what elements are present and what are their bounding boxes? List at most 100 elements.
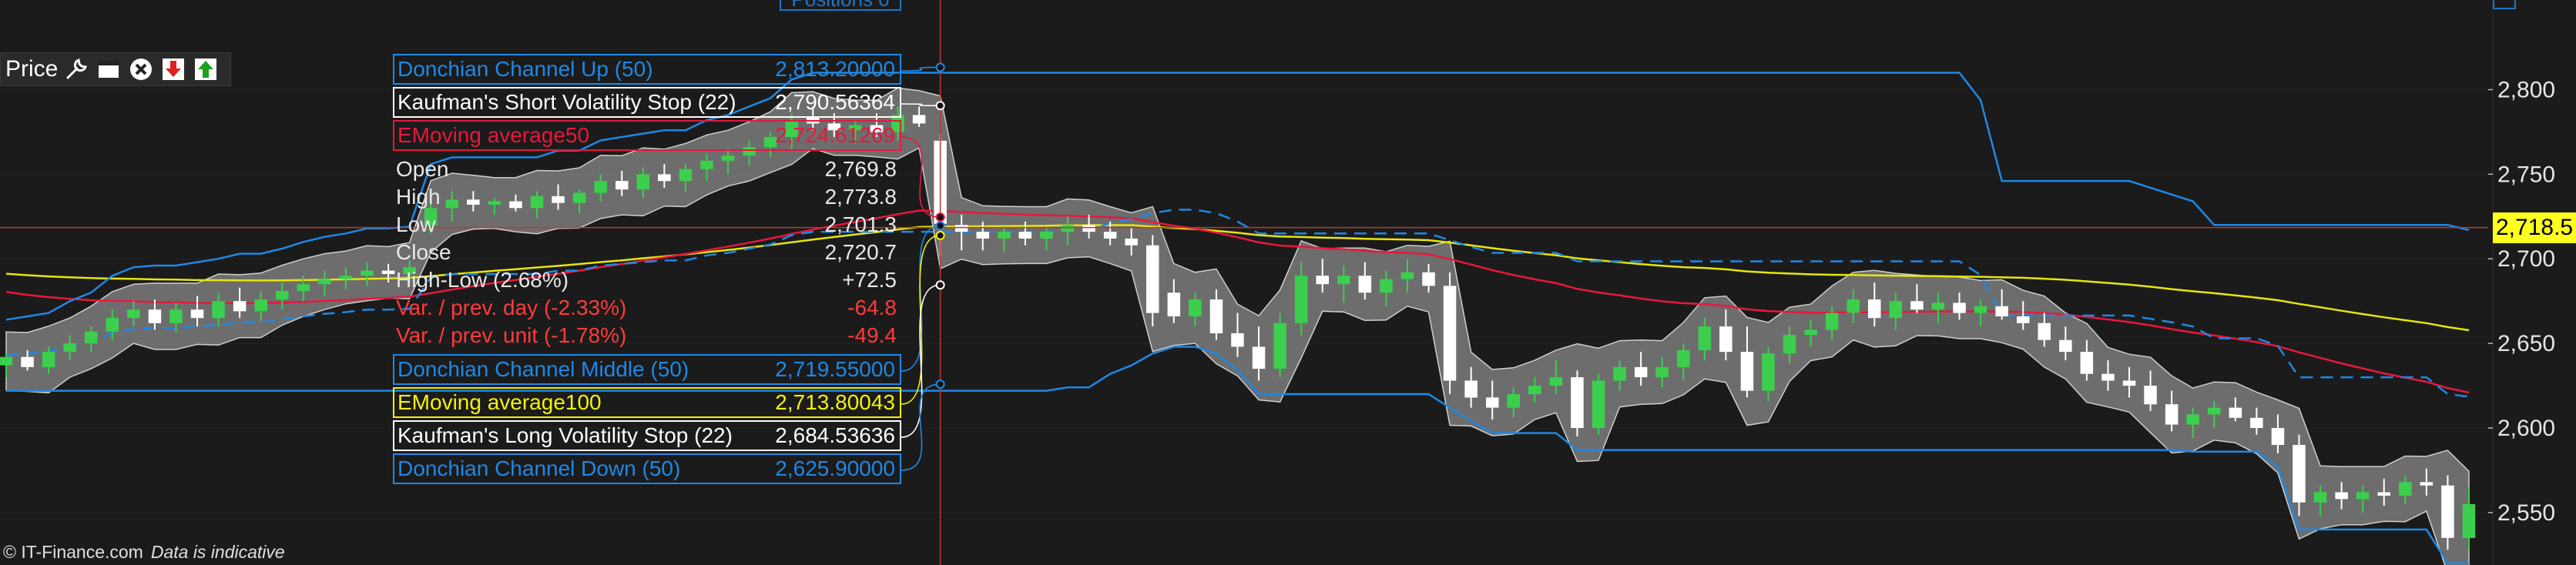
close-icon[interactable] <box>127 55 155 83</box>
candle-up <box>1507 394 1520 408</box>
crosshair-marker <box>935 230 945 240</box>
crosshair-marker <box>935 212 945 222</box>
crosshair-marker <box>935 221 945 231</box>
candle-up <box>2356 492 2370 500</box>
candle-up <box>127 309 140 319</box>
candle-up <box>276 291 289 299</box>
candle-down <box>1125 238 1138 246</box>
candle-up <box>1655 366 1669 378</box>
price-tick-label: 2,650 <box>2497 331 2555 356</box>
candle-down <box>1995 306 2008 316</box>
legend-leader-line <box>901 66 941 72</box>
legend-donchian-down[interactable]: Donchian Channel Down (50) 2,625.90000 <box>393 453 901 484</box>
chart-stage[interactable]: 2,800 2,750 2,700 2,650 2,600 2,550 Positions… <box>0 0 2576 565</box>
candle-down <box>1443 286 1457 381</box>
panel-title: Price <box>5 56 59 82</box>
candle-up <box>63 343 76 353</box>
legend-donchian-up[interactable]: Donchian Channel Up (50) 2,813.20000 <box>393 54 901 85</box>
footer: © IT-Finance.com Data is indicative <box>3 542 285 563</box>
candle-up <box>361 270 374 276</box>
candle-down <box>1231 333 1244 347</box>
crosshair-marker <box>935 62 945 72</box>
wrench-icon[interactable] <box>62 55 90 83</box>
candle-up <box>169 309 183 323</box>
candle-up <box>1762 353 1775 391</box>
candle-up <box>1677 349 1690 367</box>
candle-down <box>1018 232 1032 239</box>
candles[interactable] <box>0 106 2476 550</box>
candle-down <box>190 309 204 319</box>
legend-ema100[interactable]: EMoving average100 2,713.80043 <box>393 387 901 418</box>
candle-up <box>998 232 1011 239</box>
price-chart[interactable]: 2,800 2,750 2,700 2,650 2,600 2,550 <box>0 0 2576 565</box>
disclaimer-text: Data is indicative <box>150 542 285 562</box>
candle-down <box>1422 272 1435 286</box>
candle-down <box>2293 445 2306 503</box>
candle-down <box>2101 373 2115 381</box>
legend-var-day: Var. / prev. day (-2.33%) -64.8 <box>396 296 897 319</box>
legend-ema50[interactable]: EMoving average50 2,724.61269 <box>393 120 901 151</box>
candle-up <box>2186 414 2199 425</box>
candle-up <box>2462 503 2476 538</box>
candle-down <box>1316 276 1329 285</box>
candle-down <box>2420 482 2433 486</box>
candle-down <box>2144 386 2157 405</box>
price-panel-toolbar: Price <box>0 52 231 86</box>
candle-down <box>233 301 247 312</box>
candle-down <box>912 115 926 124</box>
candle-up <box>1549 377 1563 386</box>
legend-close: Close 2,720.7 <box>396 240 897 264</box>
candle-down <box>2335 492 2348 500</box>
price-tick-label: 2,700 <box>2497 246 2555 272</box>
candle-down <box>954 225 968 232</box>
legend-high: High 2,773.8 <box>396 185 897 209</box>
price-axis[interactable]: 2,800 2,750 2,700 2,650 2,600 2,550 <box>2488 0 2555 565</box>
candle-down <box>148 309 162 323</box>
positions-badge[interactable]: Positions 0 <box>780 0 901 11</box>
candle-up <box>2399 482 2412 496</box>
legend-leader-line <box>901 284 941 438</box>
move-down-icon[interactable] <box>159 55 187 83</box>
candle-down <box>1486 397 1499 408</box>
candle-down <box>1082 225 1095 232</box>
candle-down <box>1252 346 1266 369</box>
candle-up <box>1528 386 1541 395</box>
candle-down <box>1358 276 1372 293</box>
candle-up <box>1804 329 1817 336</box>
legend-donchian-middle[interactable]: Donchian Channel Middle (50) 2,719.55000 <box>393 354 901 385</box>
candle-up <box>1931 303 1945 310</box>
candle-down <box>2229 407 2242 418</box>
price-tick-label: 2,600 <box>2497 416 2555 441</box>
candle-up <box>1337 276 1350 285</box>
candle-up <box>1889 301 1903 319</box>
candle-down <box>2122 380 2136 386</box>
price-tick-label: 2,750 <box>2497 162 2555 187</box>
move-up-icon[interactable] <box>192 55 220 83</box>
price-tick-label: 2,800 <box>2497 77 2555 102</box>
legend-leader-line <box>901 383 941 471</box>
candle-up <box>1592 380 1605 428</box>
candle-down <box>2441 485 2454 538</box>
candle-down <box>1910 301 1924 310</box>
axis-corner-tag <box>2493 0 2516 9</box>
crosshair-marker <box>935 101 945 111</box>
candle-up <box>1273 323 1286 369</box>
candle-up <box>106 318 119 332</box>
candle-down <box>2250 417 2263 428</box>
legend-kaufman-long[interactable]: Kaufman's Long Volatility Stop (22) 2,68… <box>393 420 901 451</box>
legend-var-unit: Var. / prev. unit (-1.78%) -49.4 <box>396 323 897 347</box>
candle-down <box>1953 303 1966 313</box>
candle-down <box>1634 366 1648 378</box>
candle-down <box>2377 492 2390 496</box>
candle-down <box>1103 232 1117 239</box>
candle-down <box>1464 380 1478 398</box>
candle-up <box>297 284 310 291</box>
candle-down <box>2271 428 2285 445</box>
candle-up <box>42 352 55 367</box>
candle-down <box>2017 316 2030 323</box>
candle-down <box>1719 326 1732 353</box>
legend-kaufman-short[interactable]: Kaufman's Short Volatility Stop (22) 2,7… <box>393 87 901 118</box>
window-icon[interactable] <box>95 55 122 83</box>
candle-up <box>85 331 98 344</box>
candle-down <box>21 356 34 367</box>
